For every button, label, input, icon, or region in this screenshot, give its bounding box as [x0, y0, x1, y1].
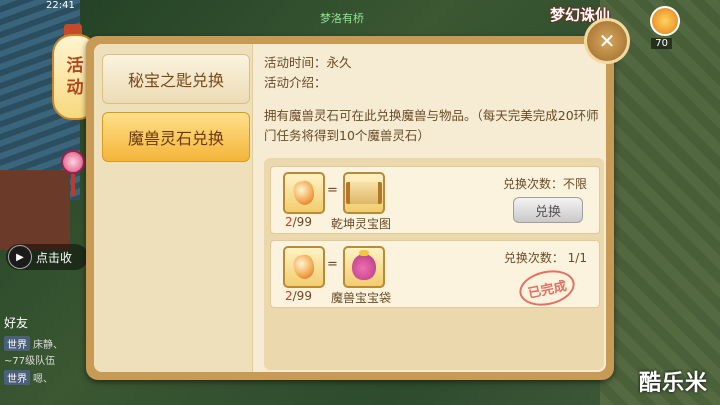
exchange-row: = 2/99 魔兽宝宝袋 兑换次数： 1/1 已完成	[270, 240, 600, 311]
game-badge-icon	[650, 6, 680, 36]
chat-line: 世界 床静、	[4, 336, 63, 351]
exchange-count-label: 兑换次数：不限	[502, 177, 587, 191]
chat-line: ~77级队伍	[4, 352, 55, 367]
reward-name: 魔兽宝宝袋	[331, 291, 392, 305]
sidebar: 秘宝之匙兑换 魔兽灵石兑换	[94, 44, 253, 372]
completed-stamp: 已完成	[516, 265, 578, 311]
cost-have: 2	[285, 215, 293, 229]
chat-toggle-label: 点击收	[36, 250, 73, 265]
cost-count: 2/99	[285, 289, 312, 303]
exchange-count-label: 兑换次数： 1/1	[503, 251, 587, 265]
chat-text: 嗯、	[33, 374, 53, 385]
watermark: 酷乐米	[638, 371, 708, 396]
activity-tab-label-1: 活	[66, 55, 84, 76]
chat-toggle-button[interactable]: ▶ 点击收	[6, 244, 88, 270]
chat-text: ~77级队伍	[4, 356, 56, 367]
activity-time: 活动时间：永久	[264, 55, 352, 70]
exchange-button[interactable]: 兑换	[513, 197, 583, 223]
friends-button[interactable]: 好友	[4, 314, 28, 331]
equals-sign: =	[327, 257, 338, 272]
cost-count: 2/99	[285, 215, 312, 229]
cost-total: /99	[292, 215, 312, 229]
close-icon: ✕	[598, 29, 616, 53]
exchange-list: = 2/99 乾坤灵宝图 兑换次数：不限 兑换 = 2/99 魔兽宝宝袋 兑换次…	[264, 158, 604, 370]
chat-text: 床静、	[33, 340, 63, 351]
close-button[interactable]: ✕	[584, 18, 630, 64]
activity-description: 拥有魔兽灵石可在此兑换魔兽与物品。（每天完美完成20环师门任务将得到10个魔兽灵…	[264, 108, 599, 143]
activity-intro-label: 活动介绍：	[264, 75, 327, 90]
equals-sign: =	[327, 183, 338, 198]
reward-name: 乾坤灵宝图	[331, 217, 392, 231]
tab-beast-stone-exchange[interactable]: 魔兽灵石兑换	[102, 112, 250, 162]
spirit-stone-icon	[291, 179, 317, 207]
reward-item-slot[interactable]	[343, 246, 385, 288]
cost-total: /99	[292, 289, 312, 303]
chat-line: 世界 嗯、	[4, 370, 53, 385]
cost-have: 2	[285, 289, 293, 303]
exchange-row: = 2/99 乾坤灵宝图 兑换次数：不限 兑换	[270, 166, 600, 234]
player-name: 梦洛有桥	[320, 12, 364, 25]
chat-channel-tag: 世界	[4, 336, 30, 351]
beast-pouch-icon	[352, 250, 376, 280]
clock-text: 22:41	[46, 0, 75, 11]
tab-secret-key-exchange[interactable]: 秘宝之匙兑换	[102, 54, 250, 104]
chat-channel-tag: 世界	[4, 370, 30, 385]
spirit-stone-icon	[291, 253, 317, 281]
dialog-body: 秘宝之匙兑换 魔兽灵石兑换 活动时间：永久 活动介绍： 拥有魔兽灵石可在此兑换魔…	[94, 44, 606, 372]
cost-item-slot[interactable]	[283, 172, 325, 214]
tassel-ornament-icon	[60, 150, 86, 196]
treasure-map-scroll-icon	[346, 182, 382, 204]
play-icon: ▶	[8, 245, 32, 269]
activity-tab-label-2: 动	[66, 78, 84, 98]
exchange-content: 活动时间：永久 活动介绍： 拥有魔兽灵石可在此兑换魔兽与物品。（每天完美完成20…	[264, 44, 606, 372]
cost-item-slot[interactable]	[283, 246, 325, 288]
exchange-dialog: 秘宝之匙兑换 魔兽灵石兑换 活动时间：永久 活动介绍： 拥有魔兽灵石可在此兑换魔…	[86, 36, 614, 380]
reward-item-slot[interactable]	[343, 172, 385, 214]
level-badge: 70	[651, 38, 672, 49]
